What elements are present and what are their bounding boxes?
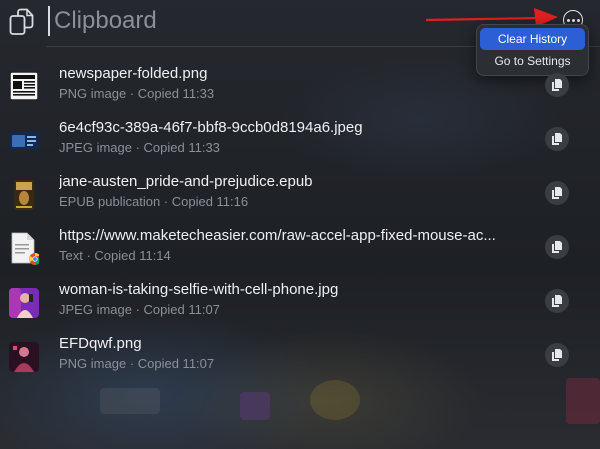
ellipsis-icon xyxy=(571,18,575,22)
item-subtitle: PNG image · Copied 11:33 xyxy=(59,86,215,101)
copy-button[interactable] xyxy=(545,289,569,313)
copy-icon xyxy=(552,349,562,361)
copy-button[interactable] xyxy=(545,235,569,259)
newspaper-icon xyxy=(9,71,39,101)
clipboard-item[interactable]: 6e4cf93c-389a-46f7-bbf8-9ccb0d8194a6.jpe… xyxy=(0,114,600,168)
copy-icon xyxy=(552,295,562,307)
text-document-icon xyxy=(11,232,39,265)
search-input[interactable] xyxy=(48,6,354,36)
clear-history-menu-item[interactable]: Clear History xyxy=(480,28,585,50)
clipboard-item[interactable]: newspaper-folded.png PNG image · Copied … xyxy=(0,60,600,114)
copy-icon xyxy=(552,187,562,199)
photo-thumbnail xyxy=(9,342,39,372)
clipboard-item[interactable]: woman-is-taking-selfie-with-cell-phone.j… xyxy=(0,276,600,330)
ellipsis-icon xyxy=(576,18,580,22)
copy-icon xyxy=(552,133,562,145)
ellipsis-icon xyxy=(566,18,570,22)
photo-thumbnail xyxy=(9,288,39,318)
clipboard-icon xyxy=(9,8,34,35)
item-subtitle: PNG image · Copied 11:07 xyxy=(59,356,215,371)
image-thumbnail xyxy=(9,132,39,150)
item-title: EFDqwf.png xyxy=(59,335,142,352)
clipboard-item[interactable]: jane-austen_pride-and-prejudice.epub EPU… xyxy=(0,168,600,222)
item-title: jane-austen_pride-and-prejudice.epub xyxy=(59,173,313,190)
item-title: 6e4cf93c-389a-46f7-bbf8-9ccb0d8194a6.jpe… xyxy=(59,119,363,136)
copy-icon xyxy=(552,241,562,253)
item-title: newspaper-folded.png xyxy=(59,65,208,82)
item-subtitle: Text · Copied 11:14 xyxy=(59,248,171,263)
copy-button[interactable] xyxy=(545,181,569,205)
copy-button[interactable] xyxy=(545,127,569,151)
copy-icon xyxy=(552,79,562,91)
copy-button[interactable] xyxy=(545,343,569,367)
item-title: woman-is-taking-selfie-with-cell-phone.j… xyxy=(59,281,339,298)
item-title: https://www.maketecheasier.com/raw-accel… xyxy=(59,227,496,244)
item-subtitle: EPUB publication · Copied 11:16 xyxy=(59,194,249,209)
clipboard-panel: Clear History Go to Settings newspaper-f… xyxy=(0,0,600,449)
clipboard-item[interactable]: https://www.maketecheasier.com/raw-accel… xyxy=(0,222,600,276)
book-cover-thumbnail xyxy=(14,180,34,210)
item-subtitle: JPEG image · Copied 11:07 xyxy=(59,302,220,317)
item-subtitle: JPEG image · Copied 11:33 xyxy=(59,140,220,155)
clipboard-item[interactable]: EFDqwf.png PNG image · Copied 11:07 xyxy=(0,330,600,384)
copy-button[interactable] xyxy=(545,73,569,97)
